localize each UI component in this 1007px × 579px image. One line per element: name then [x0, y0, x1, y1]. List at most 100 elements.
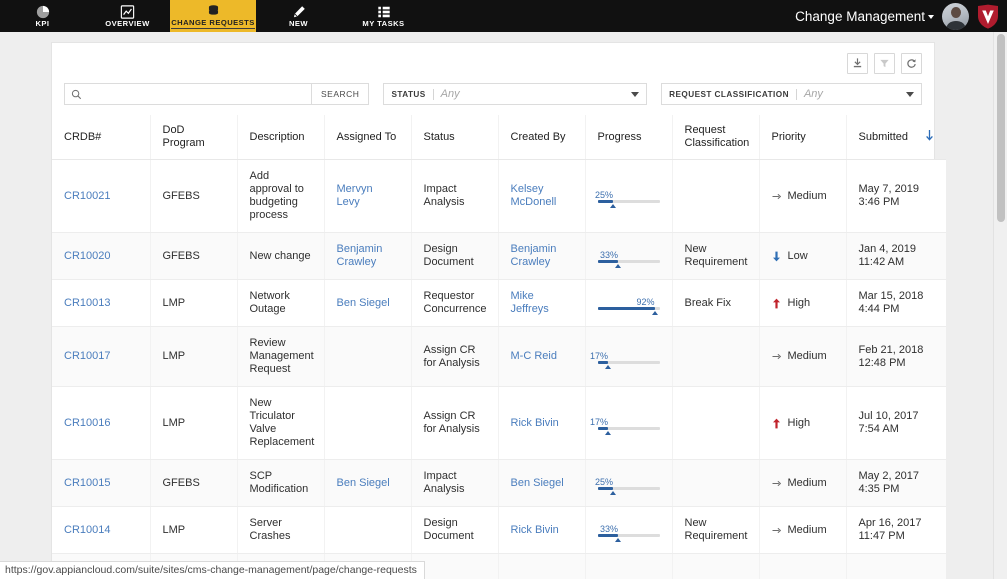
- assigned-to-link[interactable]: Mervyn Levy: [337, 183, 373, 208]
- cell-priority: Low: [759, 232, 847, 280]
- column-header-label: Created By: [510, 130, 566, 143]
- status-value: Assign CR for Analysis: [423, 410, 480, 435]
- created-by-link[interactable]: Mike Jeffreys: [511, 290, 549, 315]
- cell-submitted: May 7, 2019 3:46 PM: [846, 159, 946, 233]
- progress-marker-icon: [605, 431, 612, 435]
- column-header-label: Status: [423, 130, 455, 143]
- cell-request-classification: Break Fix: [672, 279, 760, 327]
- cell-request-classification: Break Fix: [672, 553, 760, 579]
- nav-item-label: OVERVIEW: [105, 19, 150, 28]
- crdb-link[interactable]: CR10014: [64, 524, 110, 536]
- progress-label-row: 92%: [598, 297, 660, 307]
- refresh-button[interactable]: [901, 53, 922, 74]
- column-header-progress[interactable]: Progress: [585, 115, 673, 160]
- cell-submitted: Apr 11, 2017 6:01 PM: [846, 553, 946, 579]
- search-button[interactable]: SEARCH: [312, 83, 370, 105]
- created-by-link[interactable]: Ben Siegel: [511, 477, 564, 489]
- progress-percent: 17%: [590, 417, 609, 427]
- nav-item-label: KPI: [35, 19, 50, 28]
- crdb-link[interactable]: CR10016: [64, 417, 110, 429]
- assigned-to-link[interactable]: Ben Siegel: [337, 297, 390, 309]
- cell-created-by: Ben Siegel: [498, 459, 586, 507]
- crdb-link[interactable]: CR10013: [64, 297, 110, 309]
- request-classification-filter-select[interactable]: REQUEST CLASSIFICATION Any: [661, 83, 922, 105]
- cell-created-by: Rick Bivin: [498, 386, 586, 460]
- nav-item-label: NEW: [288, 19, 309, 28]
- app-title-menu[interactable]: Change Management: [795, 9, 934, 24]
- nav-item-overview[interactable]: OVERVIEW: [85, 0, 170, 32]
- progress-track: [597, 534, 660, 542]
- progress-marker-icon: [605, 364, 612, 369]
- progress-fill: [597, 307, 655, 310]
- crdb-link[interactable]: CR10015: [64, 477, 110, 489]
- nav-item-my-tasks[interactable]: MY TASKS: [341, 0, 426, 32]
- progress-marker-icon: [651, 311, 658, 315]
- status-filter-select[interactable]: STATUS Any: [383, 83, 648, 105]
- search-input[interactable]: [82, 88, 311, 100]
- progress-fill: [597, 360, 609, 364]
- dod-program-value: GFEBS: [162, 476, 200, 489]
- status-value: Assign CR for Analysis: [423, 343, 480, 369]
- table-row[interactable]: CR10017 LMP Review Management Request Assig…: [52, 326, 946, 387]
- table-row[interactable]: CR10016 LMP New Triculator Valve Replaceme…: [52, 386, 946, 460]
- arrow-right-icon: [771, 193, 781, 199]
- created-by-link[interactable]: Rick Bivin: [511, 417, 559, 429]
- cell-submitted: Mar 15, 2018 4:44 PM: [846, 279, 946, 327]
- scrollbar-thumb[interactable]: [997, 34, 1005, 222]
- classification-filter-label: REQUEST CLASSIFICATION: [669, 89, 789, 99]
- cell-description: New change: [237, 232, 325, 280]
- crdb-link[interactable]: CR10017: [64, 350, 110, 362]
- column-header-description[interactable]: Description: [237, 115, 325, 160]
- cell-priority: Medium: [759, 506, 847, 554]
- created-by-link[interactable]: Benjamin Crawley: [511, 243, 557, 268]
- created-by-link[interactable]: Kelsey McDonell: [511, 183, 557, 208]
- column-header-created-by[interactable]: Created By: [498, 115, 586, 160]
- user-avatar[interactable]: [942, 2, 969, 30]
- priority-indicator: High: [772, 417, 834, 430]
- nav-item-kpi[interactable]: KPI: [0, 0, 85, 32]
- assigned-to-link[interactable]: Ben Siegel: [337, 477, 390, 489]
- assigned-to-link[interactable]: Benjamin Crawley: [337, 243, 383, 268]
- cell-crdb: CR10017: [52, 326, 151, 387]
- priority-icon: [771, 526, 781, 535]
- column-header-request-classification[interactable]: Request Classification: [672, 115, 760, 160]
- progress-label-row: 33%: [598, 250, 660, 260]
- progress-indicator: 17%: [590, 350, 660, 369]
- column-header-crdb[interactable]: CRDB#: [52, 115, 151, 160]
- column-header-dod-program[interactable]: DoD Program: [150, 115, 238, 160]
- cell-priority: High: [759, 386, 847, 460]
- crdb-link[interactable]: CR10021: [64, 190, 110, 202]
- nav-item-change-requests[interactable]: CHANGE REQUESTS: [170, 0, 256, 32]
- column-header-priority[interactable]: Priority: [759, 115, 847, 160]
- cell-assigned-to: [324, 506, 412, 554]
- table-row[interactable]: CR10015 GFEBS SCP Modification Ben Siegel Im…: [52, 459, 946, 507]
- table-row[interactable]: CR10013 LMP Network Outage Ben Siegel Reques…: [52, 279, 946, 327]
- cell-dod-program: LMP: [150, 326, 238, 387]
- column-header-submitted[interactable]: Submitted: [846, 115, 946, 160]
- nav-item-new[interactable]: NEW: [256, 0, 341, 32]
- column-header-assigned-to[interactable]: Assigned To: [324, 115, 412, 160]
- vertical-scrollbar[interactable]: [993, 32, 1007, 579]
- progress-indicator: 33%: [597, 523, 660, 542]
- table-row[interactable]: CR10021 GFEBS Add approval to budgeting pr…: [52, 159, 946, 233]
- progress-marker-icon: [610, 491, 616, 495]
- crdb-link[interactable]: CR10020: [64, 250, 110, 262]
- change-requests-card: SEARCH STATUS Any REQUEST CLASSIFICATION…: [51, 42, 946, 579]
- column-header-label: DoD Program: [162, 124, 205, 149]
- progress-track: [597, 200, 660, 208]
- progress-indicator: 25%: [595, 476, 660, 495]
- filter-button[interactable]: [874, 53, 895, 74]
- progress-indicator: 33%: [597, 249, 660, 268]
- shield-logo-icon[interactable]: [977, 4, 999, 29]
- column-header-status[interactable]: Status: [411, 115, 499, 160]
- cell-status: Design Document: [411, 232, 499, 280]
- table-row[interactable]: CR10020 GFEBS New change Benjamin Crawley De…: [52, 232, 946, 280]
- created-by-link[interactable]: M-C Reid: [511, 350, 557, 362]
- download-button[interactable]: [847, 53, 868, 74]
- cell-priority: Medium: [759, 459, 847, 507]
- priority-label: Medium: [787, 476, 827, 489]
- table-row[interactable]: CR10014 LMP Server Crashes Design Document R…: [52, 506, 946, 554]
- progress-percent: 25%: [594, 190, 613, 200]
- priority-icon: [772, 251, 781, 262]
- created-by-link[interactable]: Rick Bivin: [511, 524, 559, 536]
